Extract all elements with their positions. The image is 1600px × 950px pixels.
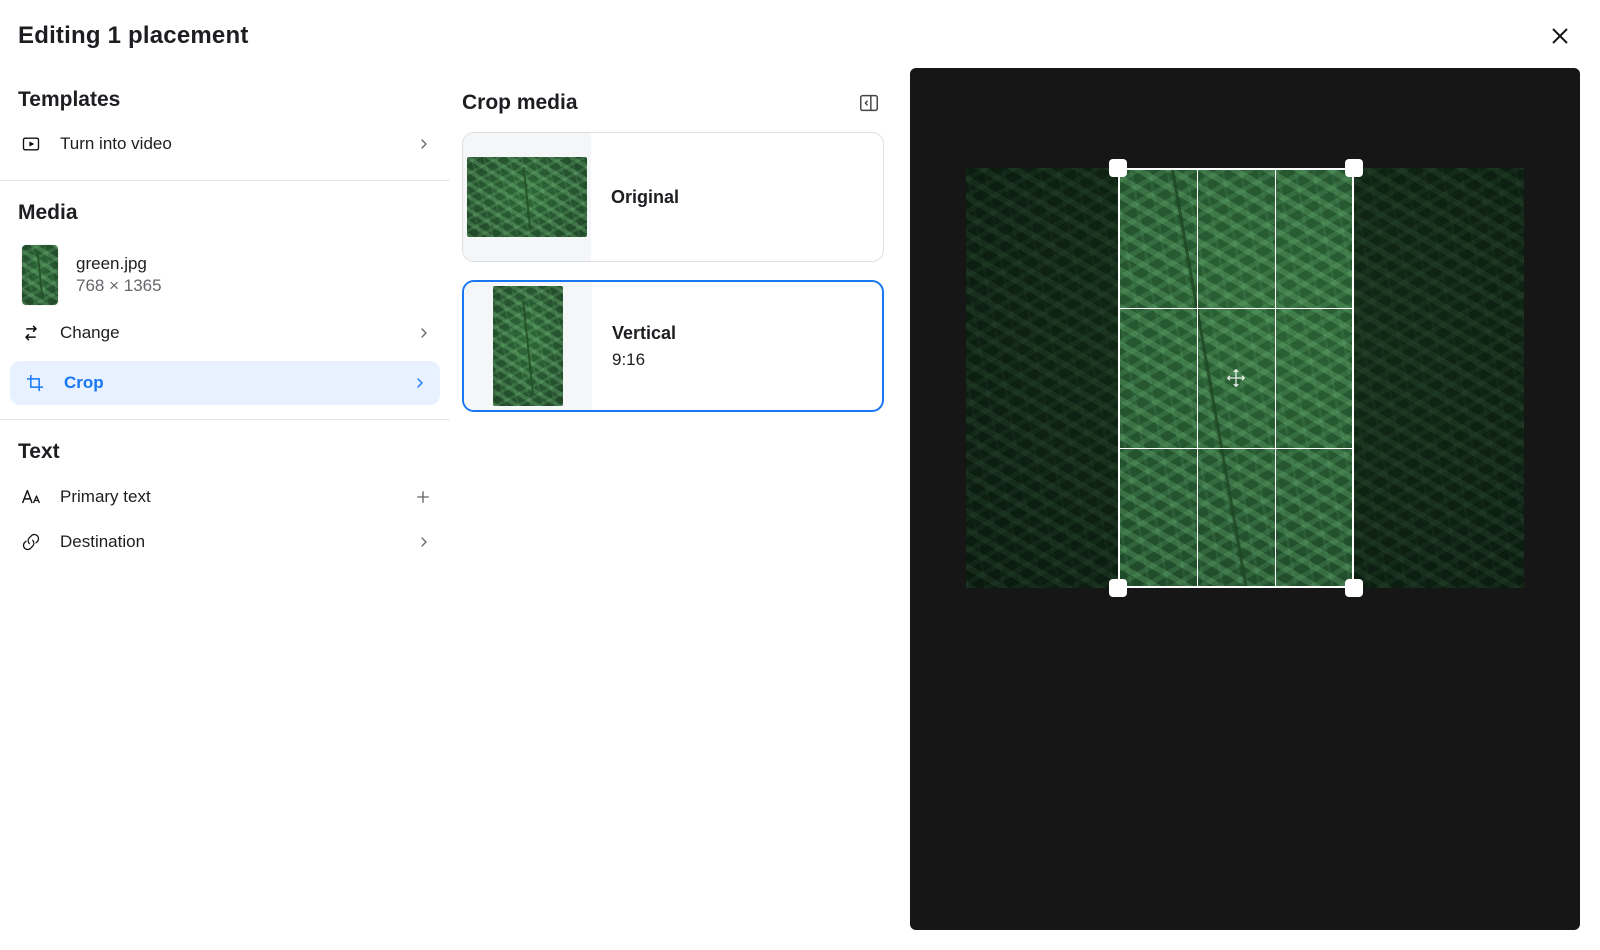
preview-pane	[890, 68, 1600, 950]
media-file-dimensions: 768 × 1365	[76, 276, 162, 296]
chevron-right-icon	[416, 136, 432, 152]
move-icon	[1225, 367, 1247, 389]
crop-icon	[22, 373, 48, 393]
row-label: Change	[60, 323, 400, 343]
dialog-title: Editing 1 placement	[18, 22, 249, 50]
fern-thumbnail	[467, 157, 587, 237]
crop-option-vertical[interactable]: Vertical 9:16	[462, 280, 884, 412]
crop-option-name: Vertical	[612, 323, 676, 344]
media-crop[interactable]: Crop	[10, 361, 440, 405]
crop-rectangle[interactable]	[1118, 168, 1354, 588]
crop-gridline	[1118, 308, 1354, 309]
media-file[interactable]: green.jpg 768 × 1365	[0, 235, 450, 311]
close-icon	[1549, 25, 1571, 47]
text-destination[interactable]: Destination	[0, 520, 450, 564]
chevron-right-icon	[416, 325, 432, 341]
crop-gridline	[1197, 168, 1198, 588]
crop-thumb	[464, 282, 592, 410]
preview-stage	[910, 68, 1580, 930]
crop-handle-top-left[interactable]	[1109, 159, 1127, 177]
text-icon	[18, 486, 44, 508]
row-label: Primary text	[60, 487, 398, 507]
section-title-media: Media	[0, 181, 450, 235]
sidebar: Templates Turn into video Media green.jp…	[0, 68, 450, 950]
crop-option-name: Original	[611, 187, 679, 208]
crop-media-panel: Crop media Original Vertical	[450, 68, 890, 950]
media-file-name: green.jpg	[76, 254, 162, 274]
plus-icon	[414, 488, 432, 506]
media-change[interactable]: Change	[0, 311, 450, 355]
crop-option-original[interactable]: Original	[462, 132, 884, 262]
link-icon	[18, 532, 44, 552]
video-icon	[18, 134, 44, 154]
media-thumbnail	[22, 245, 58, 305]
chevron-right-icon	[416, 534, 432, 550]
crop-media-title: Crop media	[462, 91, 578, 115]
panel-collapse-icon	[858, 92, 880, 114]
crop-panel-toggle[interactable]	[854, 88, 884, 118]
edit-placement-dialog: Editing 1 placement Templates Turn into …	[0, 0, 1600, 950]
crop-option-ratio: 9:16	[612, 350, 676, 370]
row-label: Crop	[64, 373, 396, 393]
chevron-right-icon	[412, 375, 428, 391]
swap-icon	[18, 323, 44, 343]
crop-gridline	[1118, 448, 1354, 449]
row-label: Turn into video	[60, 134, 400, 154]
section-title-templates: Templates	[0, 68, 450, 122]
dialog-header: Editing 1 placement	[0, 0, 1600, 76]
text-primary-text[interactable]: Primary text	[0, 474, 450, 520]
section-title-text: Text	[0, 420, 450, 474]
crop-gridline	[1275, 168, 1276, 588]
crop-handle-bottom-right[interactable]	[1345, 579, 1363, 597]
crop-handle-bottom-left[interactable]	[1109, 579, 1127, 597]
crop-thumb	[463, 133, 591, 261]
row-label: Destination	[60, 532, 400, 552]
media-meta: green.jpg 768 × 1365	[76, 254, 162, 296]
crop-move-indicator[interactable]	[1225, 367, 1247, 389]
crop-handle-top-right[interactable]	[1345, 159, 1363, 177]
templates-turn-into-video[interactable]: Turn into video	[0, 122, 450, 166]
fern-thumbnail	[493, 286, 563, 406]
close-button[interactable]	[1542, 18, 1578, 54]
